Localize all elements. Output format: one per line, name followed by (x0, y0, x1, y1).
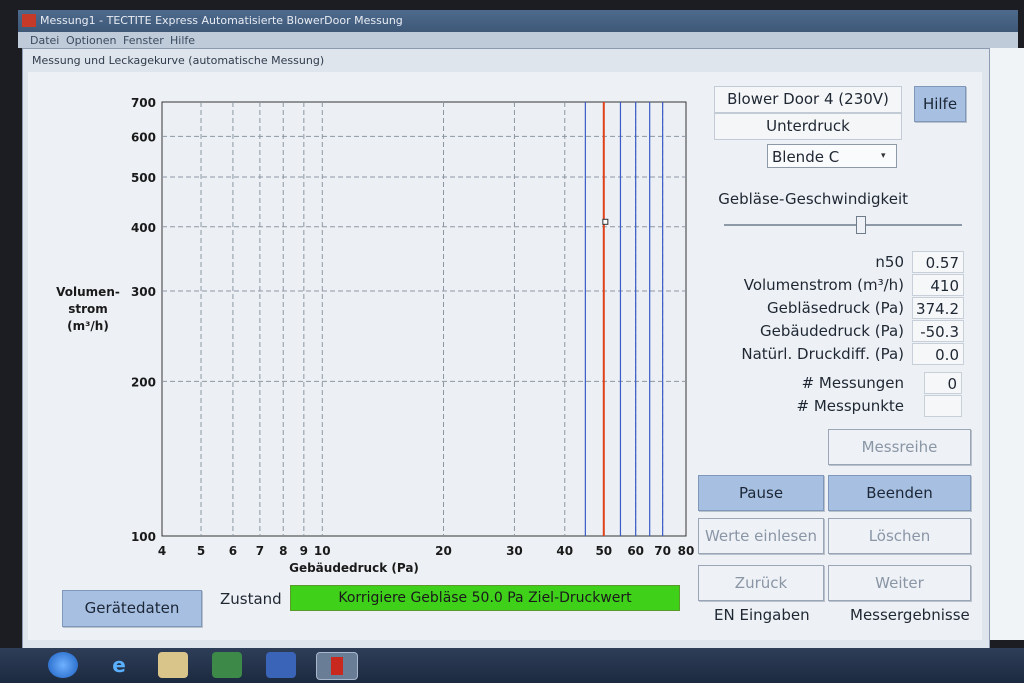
x-tick-label: 6 (229, 544, 237, 558)
app-icon (22, 14, 36, 27)
y-axis-label-line-1: Volumen- (56, 285, 120, 299)
reading-value: 410 (912, 274, 964, 296)
fan-speed-slider-thumb[interactable] (855, 216, 866, 234)
window-title: Messung1 - TECTITE Express Automatisiert… (40, 14, 403, 27)
menu-hilfe[interactable]: Hilfe (170, 34, 195, 47)
y-tick-label: 500 (131, 171, 156, 185)
pause-button[interactable]: Pause (698, 475, 824, 511)
beenden-button[interactable]: Beenden (828, 475, 971, 511)
y-axis-label-line-3: (m³/h) (67, 319, 109, 333)
pressure-mode: Unterdruck (766, 117, 850, 135)
x-tick-label: 80 (678, 544, 695, 558)
chevron-down-icon: ▾ (881, 151, 886, 161)
orifice-select[interactable]: Blende C ▾ (767, 144, 897, 168)
x-tick-label: 40 (556, 544, 573, 558)
reading-value: 0.0 (912, 343, 964, 365)
y-tick-label: 300 (131, 285, 156, 299)
excel-icon[interactable] (212, 652, 242, 678)
status-message: Korrigiere Gebläse 50.0 Pa Ziel-Druckwer… (290, 585, 680, 611)
menu-optionen[interactable]: Optionen (66, 34, 116, 47)
device-name: Blower Door 4 (230V) (727, 90, 889, 108)
zurueck-button[interactable]: Zurück (698, 565, 824, 601)
dialog-title: Messung und Leckagekurve (automatische M… (32, 54, 325, 67)
status-label: Zustand (220, 590, 282, 608)
y-tick-label: 400 (131, 221, 156, 235)
werte-einlesen-button[interactable]: Werte einlesen (698, 518, 824, 554)
internet-explorer-icon[interactable]: e (104, 652, 134, 678)
reading-label: n50 (875, 253, 904, 271)
reading-label: Natürl. Druckdiff. (Pa) (741, 345, 904, 363)
device-name-box: Blower Door 4 (230V) (714, 86, 902, 113)
reading-label: # Messpunkte (796, 397, 904, 415)
x-tick-label: 50 (595, 544, 612, 558)
menu-datei[interactable]: Datei (30, 34, 59, 47)
reading-label: Gebäudedruck (Pa) (760, 322, 904, 340)
reading-label: Volumenstrom (m³/h) (743, 276, 904, 294)
messergebnisse-caption: Messergebnisse (850, 606, 970, 624)
x-tick-label: 4 (158, 544, 166, 558)
y-tick-label: 200 (131, 375, 156, 389)
x-tick-label: 20 (435, 544, 452, 558)
x-tick-label: 9 (300, 544, 308, 558)
reading-value: 0 (924, 372, 962, 394)
x-tick-label: 70 (654, 544, 671, 558)
fan-speed-label: Gebläse-Geschwindigkeit (718, 190, 908, 208)
taskbar (0, 648, 1024, 683)
plot-area (161, 101, 687, 537)
reading-value (924, 395, 962, 417)
x-tick-label: 7 (256, 544, 264, 558)
tectite-app-icon[interactable] (316, 652, 358, 680)
reading-value: 0.57 (912, 251, 964, 273)
menu-fenster[interactable]: Fenster (123, 34, 164, 47)
x-tick-label: 60 (627, 544, 644, 558)
x-tick-label: 5 (197, 544, 205, 558)
messreihe-button[interactable]: Messreihe (828, 429, 971, 465)
orifice-select-value: Blende C (772, 148, 840, 166)
geraetedaten-button[interactable]: Gerätedaten (62, 590, 202, 627)
leakage-curve-chart: 4 5 6 7 8 9 10 20 30 40 50 60 70 80 100 200 300 400 500 600… (56, 96, 695, 575)
en-eingaben-caption: EN Eingaben (714, 606, 810, 624)
fan-speed-slider-track (724, 224, 962, 226)
menu-bar (18, 32, 1018, 48)
reading-value: -50.3 (912, 320, 964, 342)
loeschen-button[interactable]: Löschen (828, 518, 971, 554)
x-tick-label: 30 (506, 544, 523, 558)
word-icon[interactable] (266, 652, 296, 678)
y-tick-label: 600 (131, 130, 156, 144)
x-tick-label: 8 (279, 544, 287, 558)
y-tick-label: 100 (131, 530, 156, 544)
reading-label: # Messungen (801, 374, 904, 392)
weiter-button[interactable]: Weiter (828, 565, 971, 601)
file-explorer-icon[interactable] (158, 652, 188, 678)
reading-label: Gebläsedruck (Pa) (767, 299, 904, 317)
measurement-point (602, 218, 609, 225)
mode-box: Unterdruck (714, 113, 902, 140)
reading-value: 374.2 (912, 297, 964, 319)
y-tick-label: 700 (131, 96, 156, 110)
x-axis-label: Gebäudedruck (Pa) (289, 561, 419, 575)
x-tick-label: 10 (314, 544, 331, 558)
y-axis-label-line-2: strom (68, 302, 108, 316)
help-button[interactable]: Hilfe (914, 86, 966, 122)
start-button-icon[interactable] (48, 652, 78, 678)
